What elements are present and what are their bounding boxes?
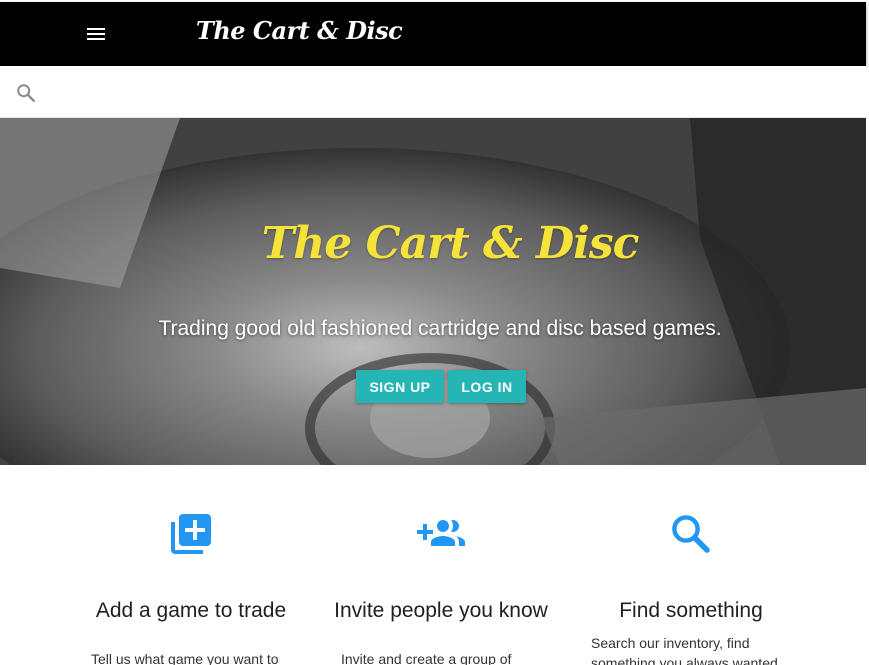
hero-background-image (0, 118, 866, 465)
feature-title: Add a game to trade (95, 599, 287, 622)
feature-find-something: Find something Search our inventory, fin… (581, 510, 801, 665)
feature-description: Invite and create a group of (341, 651, 512, 665)
hero-tagline: Trading good old fashioned cartridge and… (158, 317, 722, 340)
app-bar: The Cart & Disc (0, 2, 866, 66)
hero-banner: The Cart & Disc Trading good old fashion… (0, 118, 866, 465)
feature-invite-people: Invite people you know Invite and create… (331, 510, 551, 665)
feature-description: Tell us what game you want to (91, 651, 279, 665)
search-icon[interactable] (15, 82, 37, 104)
search-bar (0, 66, 866, 118)
search-input[interactable] (50, 76, 830, 108)
search-icon (672, 515, 710, 553)
log-in-button[interactable]: LOG IN (448, 370, 526, 403)
feature-title: Find something (619, 599, 763, 622)
brand-logo[interactable]: The Cart & Disc (196, 16, 403, 45)
feature-add-game: Add a game to trade Tell us what game yo… (81, 510, 301, 665)
hero-title: The Cart & Disc (261, 218, 640, 269)
sign-up-button[interactable]: SIGN UP (356, 370, 444, 403)
feature-title: Invite people you know (334, 599, 548, 622)
menu-icon (87, 28, 105, 40)
add-to-library-icon (171, 514, 211, 554)
menu-button[interactable] (80, 22, 112, 46)
feature-description: Search our inventory, find something you… (591, 635, 778, 665)
group-add-icon (417, 520, 465, 546)
